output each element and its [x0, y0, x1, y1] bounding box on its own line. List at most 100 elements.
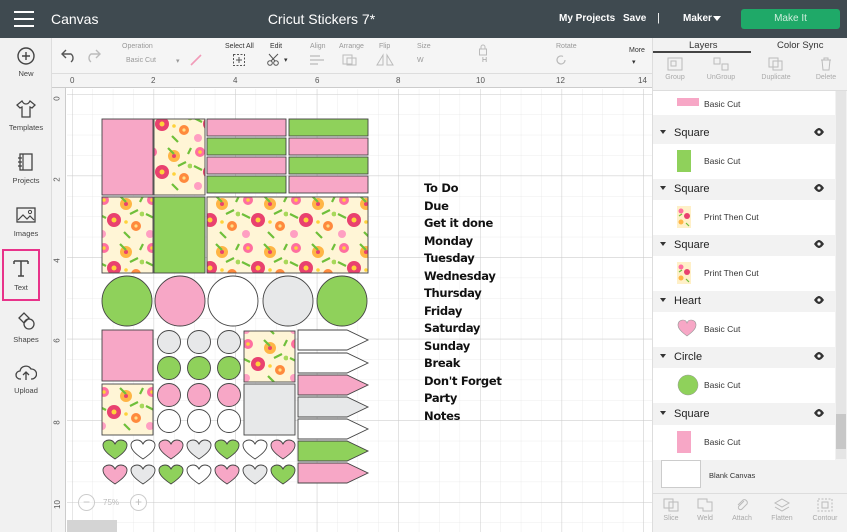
select-all-icon[interactable] [232, 53, 246, 67]
layer-item[interactable]: Print Then Cut [653, 200, 835, 235]
layer-group-header[interactable]: Heart [653, 291, 835, 312]
text-icon [13, 260, 29, 277]
undo-icon[interactable] [60, 47, 78, 63]
templates-button[interactable]: Templates [0, 98, 52, 148]
duplicate-button[interactable]: Duplicate [758, 57, 794, 81]
delete-label: Delete [815, 74, 837, 81]
layer-group-header[interactable]: Square [653, 235, 835, 256]
layer-operation: Print Then Cut [704, 268, 759, 278]
canvas-text-word[interactable]: Notes [424, 409, 460, 423]
chevron-down-icon[interactable] [660, 411, 666, 415]
layer-group-header[interactable]: Square [653, 123, 835, 144]
align-icon[interactable] [308, 54, 326, 66]
blank-canvas-swatch[interactable] [661, 460, 701, 488]
chevron-down-icon[interactable]: ▾ [176, 57, 180, 65]
eye-icon[interactable] [813, 127, 825, 137]
pen-color-icon[interactable] [189, 53, 203, 67]
canvas-text-word[interactable]: Friday [424, 304, 462, 318]
rotate-icon[interactable] [555, 54, 567, 66]
chevron-down-icon[interactable] [660, 242, 666, 246]
eye-icon[interactable] [813, 239, 825, 249]
canvas-text-word[interactable]: Get it done [424, 216, 493, 230]
shapes-button[interactable]: Shapes [0, 310, 52, 360]
chevron-down-icon[interactable] [660, 298, 666, 302]
save-link[interactable]: Save [623, 13, 646, 24]
horizontal-scrollbar[interactable] [67, 520, 117, 532]
layer-group-header[interactable]: Square [653, 179, 835, 200]
slice-button[interactable]: Slice [653, 498, 689, 522]
attach-button[interactable]: Attach [724, 498, 760, 522]
layer-item[interactable]: Print Then Cut [653, 256, 835, 291]
select-all-label: Select All [225, 43, 254, 50]
layer-item[interactable]: Basic Cut [653, 312, 835, 347]
flatten-button[interactable]: Flatten [764, 498, 800, 522]
zoom-out-button[interactable]: − [78, 494, 95, 511]
canvas-text-word[interactable]: Don't Forget [424, 374, 502, 388]
layers-scrollbar[interactable] [836, 91, 846, 459]
scissors-icon[interactable] [266, 53, 282, 67]
templates-label: Templates [8, 123, 44, 132]
tab-layers[interactable]: Layers [689, 40, 718, 51]
delete-button[interactable]: Delete [808, 57, 844, 81]
layer-name: Square [674, 239, 710, 251]
arrange-icon[interactable] [341, 53, 361, 67]
canvas-grid[interactable]: To Do Due Get it done Monday Tuesday Wed… [67, 89, 652, 532]
flip-icon[interactable] [374, 53, 396, 67]
make-it-button[interactable]: Make It [741, 9, 840, 29]
layers-scrollbar-thumb[interactable] [836, 414, 846, 449]
canvas-text-word[interactable]: Sunday [424, 339, 470, 353]
contour-icon [817, 498, 833, 512]
eye-icon[interactable] [813, 295, 825, 305]
images-button[interactable]: Images [0, 204, 52, 254]
more-label[interactable]: More [629, 47, 645, 54]
layer-item[interactable]: Basic Cut [653, 425, 835, 460]
canvas-text-word[interactable]: Saturday [424, 321, 480, 335]
layer-name: Circle [674, 351, 703, 363]
zoom-in-button[interactable]: + [130, 494, 147, 511]
text-button[interactable]: Text [2, 249, 40, 301]
eye-icon[interactable] [813, 351, 825, 361]
ungroup-button[interactable]: UnGroup [703, 57, 739, 81]
layer-item[interactable]: Basic Cut [653, 91, 835, 115]
width-field-label[interactable]: W [417, 57, 424, 64]
layer-item[interactable]: Basic Cut [653, 144, 835, 179]
chevron-down-icon[interactable]: ▾ [632, 58, 636, 66]
chevron-down-icon[interactable] [660, 186, 666, 190]
lock-icon[interactable] [478, 44, 488, 56]
weld-button[interactable]: Weld [687, 498, 723, 522]
layer-item[interactable]: Basic Cut [653, 368, 835, 403]
layer-name: Square [674, 408, 710, 420]
group-button[interactable]: Group [657, 57, 693, 81]
new-button[interactable]: New [0, 46, 52, 96]
ruler-mark: 6 [315, 76, 320, 85]
projects-button[interactable]: Projects [0, 151, 52, 201]
canvas-text-word[interactable]: To Do [424, 181, 458, 195]
height-field-label[interactable]: H [482, 57, 487, 64]
ruler-mark: 0 [52, 96, 62, 101]
layer-group-header[interactable]: Square [653, 404, 835, 425]
tab-color-sync[interactable]: Color Sync [777, 40, 823, 51]
canvas-text-word[interactable]: Break [424, 356, 460, 370]
machine-selector[interactable]: Maker [683, 13, 712, 24]
eye-icon[interactable] [813, 408, 825, 418]
canvas-text-word[interactable]: Due [424, 199, 449, 213]
my-projects-link[interactable]: My Projects [559, 13, 615, 24]
projects-label: Projects [12, 176, 40, 185]
upload-button[interactable]: Upload [0, 363, 52, 413]
redo-icon[interactable] [84, 47, 102, 63]
canvas-text-word[interactable]: Thursday [424, 286, 482, 300]
paperclip-icon [737, 499, 748, 511]
chevron-down-icon[interactable] [660, 130, 666, 134]
canvas-text-word[interactable]: Party [424, 391, 457, 405]
chevron-down-icon[interactable] [713, 16, 721, 21]
chevron-down-icon[interactable]: ▾ [284, 56, 288, 64]
canvas-text-word[interactable]: Monday [424, 234, 473, 248]
contour-button[interactable]: Contour [807, 498, 843, 522]
canvas-text-word[interactable]: Tuesday [424, 251, 475, 265]
eye-icon[interactable] [813, 183, 825, 193]
operation-select[interactable]: Basic Cut [126, 57, 156, 64]
chevron-down-icon[interactable] [660, 354, 666, 358]
canvas-text-word[interactable]: Wednesday [424, 269, 496, 283]
layer-group-header[interactable]: Circle [653, 347, 835, 368]
layer-operation: Print Then Cut [704, 212, 759, 222]
